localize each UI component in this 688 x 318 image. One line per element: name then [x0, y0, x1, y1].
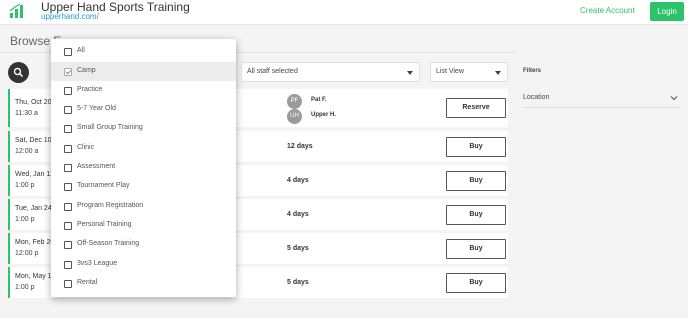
checkbox[interactable]	[64, 241, 72, 249]
option-label: Practice	[77, 86, 103, 93]
dropdown-option-camp[interactable]: Camp	[51, 62, 236, 81]
option-label: Off-Season Training	[77, 240, 140, 247]
checkbox[interactable]	[64, 68, 72, 76]
staff-select-value: All staff selected	[247, 68, 298, 75]
event-time: 1:00 p	[15, 216, 35, 223]
buy-button[interactable]: Buy	[446, 205, 506, 225]
dropdown-option-rental[interactable]: Rental	[51, 274, 236, 293]
event-time: 1:00 p	[15, 284, 35, 291]
option-label: 5-7 Year Old	[77, 105, 116, 112]
days-remaining: 4 days	[287, 177, 309, 184]
option-label: Camp	[77, 67, 96, 74]
checkbox[interactable]	[64, 125, 72, 133]
logo-icon[interactable]	[9, 2, 25, 20]
checkbox[interactable]	[64, 183, 72, 191]
event-type-dropdown[interactable]: All Camp Practice 5-7 Year Old Small Gro…	[51, 39, 236, 297]
staff-name: Pat F.	[311, 97, 327, 103]
event-date: Tue, Jan 24	[15, 205, 52, 212]
checkbox[interactable]	[64, 280, 72, 288]
option-label: 3vs3 League	[77, 260, 118, 267]
days-remaining: 5 days	[287, 245, 309, 252]
location-filter[interactable]: Location	[523, 88, 680, 108]
checkbox[interactable]	[64, 106, 72, 114]
avatar: UH	[287, 109, 302, 124]
staff-select[interactable]: All staff selected	[241, 62, 420, 82]
dropdown-option-tournament-play[interactable]: Tournament Play	[51, 177, 236, 196]
buy-button[interactable]: Buy	[446, 171, 506, 191]
dropdown-option-assessment[interactable]: Assessment	[51, 158, 236, 177]
event-date: Mon, May 15	[15, 273, 56, 280]
checkbox[interactable]	[64, 203, 72, 211]
dropdown-option-5-7-year-old[interactable]: 5-7 Year Old	[51, 100, 236, 119]
chevron-down-icon	[670, 96, 678, 101]
view-select-value: List View	[436, 68, 464, 75]
event-date: Thu, Oct 20	[15, 99, 52, 106]
caret-down-icon	[495, 71, 501, 75]
top-header: Upper Hand Sports Training upperhand.com…	[0, 0, 688, 25]
dropdown-option-all[interactable]: All	[51, 42, 236, 61]
event-time: 1:00 p	[15, 182, 35, 189]
event-date: Sat, Dec 10	[15, 137, 52, 144]
filters-heading: Filters	[523, 68, 542, 74]
option-label: Rental	[77, 279, 98, 286]
checkbox[interactable]	[64, 164, 72, 172]
option-label: Tournament Play	[77, 182, 130, 189]
option-label: Small Group Training	[77, 124, 143, 131]
option-label: Clinic	[77, 144, 95, 151]
dropdown-option-off-season-training[interactable]: Off-Season Training	[51, 235, 236, 254]
days-remaining: 4 days	[287, 211, 309, 218]
option-label: Assessment	[77, 163, 116, 170]
search-button[interactable]	[8, 62, 29, 83]
checkbox[interactable]	[64, 48, 72, 56]
dropdown-option-3vs3-league[interactable]: 3vs3 League	[51, 255, 236, 274]
dropdown-option-practice[interactable]: Practice	[51, 81, 236, 100]
event-date: Mon, Feb 20	[15, 239, 55, 246]
days-remaining: 5 days	[287, 279, 309, 286]
brand-url-link[interactable]: upperhand.com/	[41, 12, 99, 21]
option-label: Program Registration	[77, 202, 144, 209]
search-icon	[13, 67, 24, 78]
dropdown-option-program-registration[interactable]: Program Registration	[51, 197, 236, 216]
days-remaining: 12 days	[287, 143, 313, 150]
event-time: 11:30 a	[15, 110, 38, 117]
checkbox[interactable]	[64, 222, 72, 230]
option-label: All	[77, 47, 85, 54]
login-button[interactable]: Login	[650, 2, 684, 21]
staff-name: Upper H.	[311, 112, 337, 118]
buy-button[interactable]: Buy	[446, 273, 506, 293]
checkbox[interactable]	[64, 87, 72, 95]
caret-down-icon	[407, 71, 413, 75]
avatar: PF	[287, 94, 302, 109]
create-account-link[interactable]: Create Account	[580, 6, 635, 15]
buy-button[interactable]: Buy	[446, 239, 506, 259]
event-time: 12:00 a	[15, 148, 39, 155]
dropdown-option-small-group-training[interactable]: Small Group Training	[51, 119, 236, 138]
reserve-button[interactable]: Reserve	[446, 98, 506, 118]
checkbox[interactable]	[64, 261, 72, 269]
event-time: 12:00 p	[15, 250, 39, 257]
location-filter-label: Location	[523, 94, 550, 101]
event-date: Wed, Jan 11	[15, 171, 54, 178]
option-label: Personal Training	[77, 221, 132, 228]
dropdown-option-clinic[interactable]: Clinic	[51, 139, 236, 158]
view-select[interactable]: List View	[430, 62, 508, 82]
checkbox[interactable]	[64, 145, 72, 153]
dropdown-option-personal-training[interactable]: Personal Training	[51, 216, 236, 235]
buy-button[interactable]: Buy	[446, 137, 506, 157]
